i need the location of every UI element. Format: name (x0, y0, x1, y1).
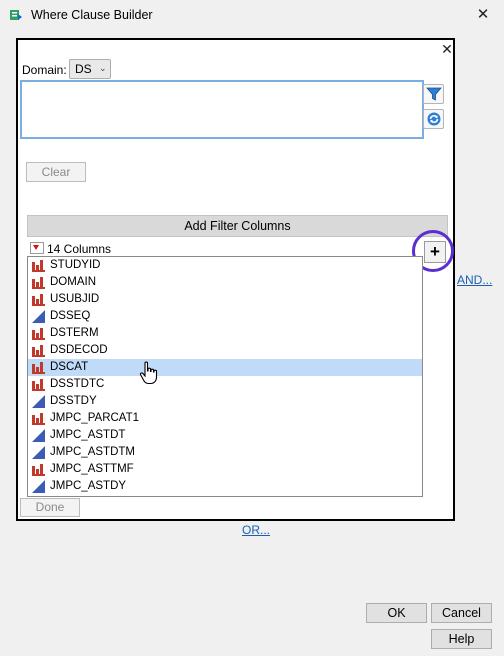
column-count-label: 14 Columns (47, 242, 112, 256)
refresh-icon (427, 112, 441, 126)
help-button[interactable]: Help (431, 629, 492, 649)
chevron-down-icon: ⌄ (99, 63, 107, 73)
nominal-column-icon (32, 362, 45, 374)
nominal-column-icon (32, 260, 45, 272)
hand-pointer-icon (139, 361, 158, 385)
column-list-item[interactable]: DSSEQ (28, 308, 422, 325)
add-filter-columns-header: Add Filter Columns (27, 215, 448, 237)
column-list-item[interactable]: STUDYID (28, 257, 422, 274)
nominal-column-icon (32, 277, 45, 289)
panel-close-button[interactable]: ✕ (439, 41, 455, 57)
column-list-item[interactable]: JMPC_ASTTMF (28, 461, 422, 478)
nominal-column-icon (32, 328, 45, 340)
continuous-column-icon (32, 446, 45, 459)
cancel-button[interactable]: Cancel (431, 603, 492, 623)
disclosure-triangle-icon (30, 242, 44, 254)
nominal-column-icon (32, 413, 45, 425)
clear-button[interactable]: Clear (26, 162, 86, 182)
nominal-column-icon (32, 294, 45, 306)
refresh-button[interactable] (423, 109, 444, 129)
domain-select-value: DS (75, 62, 92, 76)
column-list-item[interactable]: DSDECOD (28, 342, 422, 359)
ok-button[interactable]: OK (366, 603, 427, 623)
column-list-item[interactable]: DOMAIN (28, 274, 422, 291)
column-list-item[interactable]: JMPC_ASTDT (28, 427, 422, 444)
where-builder-icon (10, 10, 22, 20)
column-name: DSCAT (50, 361, 89, 373)
column-list-item[interactable]: DSSTDTC (28, 376, 422, 393)
column-name: JMPC_ASTDTM (50, 446, 135, 458)
column-name: DOMAIN (50, 276, 96, 288)
column-list-item[interactable]: JMPC_ASTDTM (28, 444, 422, 461)
column-list-item[interactable]: DSSTDY (28, 393, 422, 410)
column-name: USUBJID (50, 293, 100, 305)
or-link[interactable]: OR... (242, 523, 270, 537)
column-list-item[interactable]: DSCAT (28, 359, 422, 376)
continuous-column-icon (32, 429, 45, 442)
window-close-button[interactable]: ✕ (470, 3, 496, 27)
column-name: DSDECOD (50, 344, 108, 356)
builder-panel: ✕ Domain: DS ⌄ Clear Add Filter Columns … (16, 38, 455, 521)
column-name: DSTERM (50, 327, 99, 339)
domain-label: Domain: (22, 63, 67, 77)
column-name: JMPC_PARCAT1 (50, 412, 140, 424)
column-list-item[interactable]: USUBJID (28, 291, 422, 308)
column-count-toggle[interactable]: 14 Columns (30, 241, 111, 256)
continuous-column-icon (32, 310, 45, 323)
column-name: DSSTDTC (50, 378, 105, 390)
funnel-icon (426, 87, 442, 101)
column-list-item[interactable]: DSTERM (28, 325, 422, 342)
column-name: JMPC_ASTDT (50, 429, 126, 441)
column-list-item[interactable]: JMPC_ASTDY (28, 478, 422, 495)
column-list-item[interactable]: JMPC_PARCAT1 (28, 410, 422, 427)
column-name: DSSEQ (50, 310, 91, 322)
window-title: Where Clause Builder (31, 8, 153, 22)
and-link[interactable]: AND... (457, 273, 492, 287)
column-name: STUDYID (50, 259, 101, 271)
nominal-column-icon (32, 345, 45, 357)
continuous-column-icon (32, 480, 45, 493)
nominal-column-icon (32, 464, 45, 476)
column-name: JMPC_ASTDY (50, 480, 127, 492)
title-bar: Where Clause Builder ✕ (0, 0, 504, 32)
where-clause-textbox[interactable] (20, 80, 424, 139)
done-button[interactable]: Done (20, 498, 80, 517)
filter-button[interactable] (423, 84, 444, 104)
column-name: JMPC_ASTTMF (50, 463, 134, 475)
column-list[interactable]: STUDYID DOMAIN USUBJID DSSEQ DSTERM DSDECOD DS… (27, 256, 423, 497)
column-name: DSSTDY (50, 395, 97, 407)
domain-select[interactable]: DS ⌄ (69, 59, 111, 79)
nominal-column-icon (32, 379, 45, 391)
continuous-column-icon (32, 395, 45, 408)
